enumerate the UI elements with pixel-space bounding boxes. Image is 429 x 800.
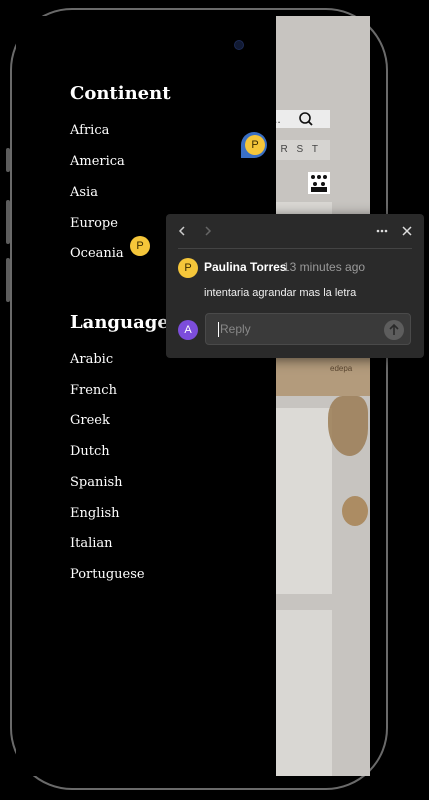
language-item-dutch[interactable]: Dutch <box>70 444 110 459</box>
reply-field[interactable] <box>205 313 411 345</box>
language-item-english[interactable]: English <box>70 506 120 521</box>
more-horizontal-icon[interactable] <box>374 223 390 239</box>
continent-item-oceania[interactable]: Oceania <box>70 246 124 261</box>
content-card[interactable] <box>274 408 332 594</box>
camera-icon <box>234 40 244 50</box>
close-icon[interactable] <box>399 223 415 239</box>
chevron-left-icon[interactable] <box>174 223 190 239</box>
dynamic-island <box>163 28 259 62</box>
comment-popup: P Paulina Torres 13 minutes ago intentar… <box>166 214 424 358</box>
map-shape <box>342 496 368 526</box>
languages-title: Languages <box>70 312 179 333</box>
continent-item-africa[interactable]: Africa <box>70 123 109 138</box>
chevron-right-icon[interactable] <box>200 223 216 239</box>
comment-popup-toolbar <box>166 214 424 248</box>
send-button[interactable] <box>384 320 404 340</box>
comment-marker-avatar[interactable]: P <box>130 236 150 256</box>
comment-author: Paulina Torres <box>204 260 287 274</box>
map-shape <box>328 396 368 456</box>
current-user-avatar: A <box>178 320 198 340</box>
continent-item-asia[interactable]: Asia <box>70 185 98 200</box>
continent-item-europe[interactable]: Europe <box>70 216 118 231</box>
map-image <box>266 356 370 396</box>
language-item-spanish[interactable]: Spanish <box>70 475 123 490</box>
filter-drawer: Continent Africa America Asia Europe Oce… <box>16 16 276 776</box>
map-caption: edepa <box>330 364 353 373</box>
language-item-italian[interactable]: Italian <box>70 536 113 551</box>
continent-item-america[interactable]: America <box>70 154 125 169</box>
language-item-arabic[interactable]: Arabic <box>70 352 113 367</box>
comment-marker-avatar[interactable]: P <box>245 135 265 155</box>
content-card[interactable] <box>274 610 332 776</box>
avatar: P <box>178 258 198 278</box>
reply-input[interactable] <box>220 314 380 344</box>
background-app: ch... Q R S T edepa <box>254 16 370 776</box>
language-item-portuguese[interactable]: Portuguese <box>70 567 145 582</box>
language-item-french[interactable]: French <box>70 383 117 398</box>
arrow-up-icon <box>389 323 399 335</box>
search-icon[interactable] <box>296 110 316 128</box>
comment-timestamp: 13 minutes ago <box>283 260 366 274</box>
text-caret <box>218 322 219 337</box>
divider <box>178 248 412 249</box>
continent-title: Continent <box>70 83 171 104</box>
comment-text: intentaria agrandar mas la letra <box>204 287 357 299</box>
group-icon[interactable] <box>308 172 330 194</box>
language-item-greek[interactable]: Greek <box>70 413 110 428</box>
